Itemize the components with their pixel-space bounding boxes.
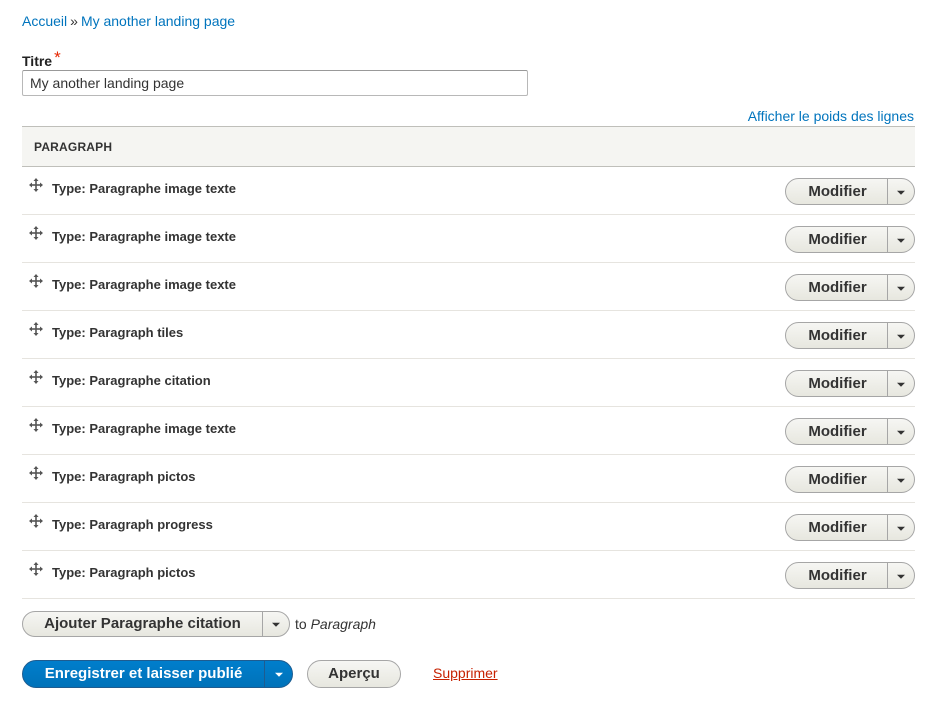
paragraph-row: Type: Paragraph pictos Modifier [22,455,915,503]
chevron-down-icon [897,334,905,339]
paragraph-row-type: Type: Paragraphe image texte [52,277,236,292]
title-input[interactable] [22,70,528,96]
chevron-down-icon [897,190,905,195]
drag-handle-icon[interactable] [29,514,43,528]
add-paragraph-button[interactable]: Ajouter Paragraphe citation [23,612,263,636]
drag-handle-icon[interactable] [29,370,43,384]
drag-handle-icon[interactable] [29,418,43,432]
paragraph-row-type: Type: Paragraphe citation [52,373,211,388]
add-paragraph-target-name: Paragraph [310,616,376,632]
chevron-down-icon [897,286,905,291]
add-paragraph-target: to Paragraph [295,616,376,632]
paragraph-table: PARAGRAPH Type: Paragraphe image texte M… [22,126,915,599]
drag-handle-icon[interactable] [29,322,43,336]
paragraph-row-type: Type: Paragraphe image texte [52,421,236,436]
paragraph-row: Type: Paragraphe image texte Modifier [22,167,915,215]
row-actions-dropdown-toggle[interactable] [888,563,914,588]
row-actions-split-button: Modifier [785,418,915,445]
required-marker: * [54,48,61,67]
row-actions-dropdown-toggle[interactable] [888,515,914,540]
paragraph-row: Type: Paragraphe image texte Modifier [22,263,915,311]
row-actions-dropdown-toggle[interactable] [888,323,914,348]
paragraph-row-type: Type: Paragraph tiles [52,325,184,340]
delete-link[interactable]: Supprimer [433,665,498,681]
paragraph-row-type: Type: Paragraph pictos [52,565,196,580]
breadcrumb-separator: » [70,13,78,29]
add-paragraph-target-prefix: to [295,616,307,632]
paragraph-row-type: Type: Paragraphe image texte [52,181,236,196]
modify-button[interactable]: Modifier [786,275,888,300]
modify-button[interactable]: Modifier [786,563,888,588]
chevron-down-icon [272,622,280,627]
breadcrumb-current-link[interactable]: My another landing page [81,13,235,29]
row-actions-split-button: Modifier [785,226,915,253]
drag-handle-icon[interactable] [29,466,43,480]
breadcrumb: Accueil» My another landing page [22,13,235,29]
drag-handle-icon[interactable] [29,226,43,240]
row-actions-split-button: Modifier [785,562,915,589]
save-published-button[interactable]: Enregistrer et laisser publié [23,661,265,687]
row-actions-split-button: Modifier [785,466,915,493]
paragraph-row-type: Type: Paragraph pictos [52,469,196,484]
row-actions-dropdown-toggle[interactable] [888,467,914,492]
row-actions-dropdown-toggle[interactable] [888,371,914,396]
preview-button[interactable]: Aperçu [307,660,401,688]
paragraph-row: Type: Paragraphe image texte Modifier [22,215,915,263]
row-actions-split-button: Modifier [785,514,915,541]
title-label: Titre * [22,48,61,71]
chevron-down-icon [274,672,283,677]
modify-button[interactable]: Modifier [786,419,888,444]
modify-button[interactable]: Modifier [786,467,888,492]
chevron-down-icon [897,526,905,531]
row-actions-dropdown-toggle[interactable] [888,419,914,444]
row-actions-dropdown-toggle[interactable] [888,227,914,252]
chevron-down-icon [897,430,905,435]
row-actions-dropdown-toggle[interactable] [888,275,914,300]
modify-button[interactable]: Modifier [786,227,888,252]
chevron-down-icon [897,382,905,387]
modify-button[interactable]: Modifier [786,515,888,540]
paragraph-row-type: Type: Paragraph progress [52,517,213,532]
drag-handle-icon[interactable] [29,562,43,576]
breadcrumb-home-link[interactable]: Accueil [22,13,67,29]
row-actions-split-button: Modifier [785,370,915,397]
row-actions-split-button: Modifier [785,322,915,349]
title-label-text: Titre [22,53,53,69]
row-actions-dropdown-toggle[interactable] [888,179,914,204]
modify-button[interactable]: Modifier [786,371,888,396]
paragraph-row: Type: Paragraph pictos Modifier [22,551,915,599]
paragraph-row: Type: Paragraphe citation Modifier [22,359,915,407]
paragraph-row: Type: Paragraphe image texte Modifier [22,407,915,455]
paragraph-row: Type: Paragraph tiles Modifier [22,311,915,359]
modify-button[interactable]: Modifier [786,323,888,348]
save-split-button: Enregistrer et laisser publié [22,660,293,688]
paragraph-table-header: PARAGRAPH [22,126,915,167]
row-actions-split-button: Modifier [785,274,915,301]
row-actions-split-button: Modifier [785,178,915,205]
chevron-down-icon [897,238,905,243]
chevron-down-icon [897,478,905,483]
save-dropdown-toggle[interactable] [265,661,292,687]
add-paragraph-dropdown-toggle[interactable] [263,612,289,636]
paragraph-rows: Type: Paragraphe image texte Modifier Ty… [22,167,915,599]
chevron-down-icon [897,574,905,579]
show-row-weights-link[interactable]: Afficher le poids des lignes [748,108,914,124]
modify-button[interactable]: Modifier [786,179,888,204]
drag-handle-icon[interactable] [29,178,43,192]
add-paragraph-split-button: Ajouter Paragraphe citation [22,611,290,637]
drag-handle-icon[interactable] [29,274,43,288]
paragraph-row-type: Type: Paragraphe image texte [52,229,236,244]
paragraph-row: Type: Paragraph progress Modifier [22,503,915,551]
